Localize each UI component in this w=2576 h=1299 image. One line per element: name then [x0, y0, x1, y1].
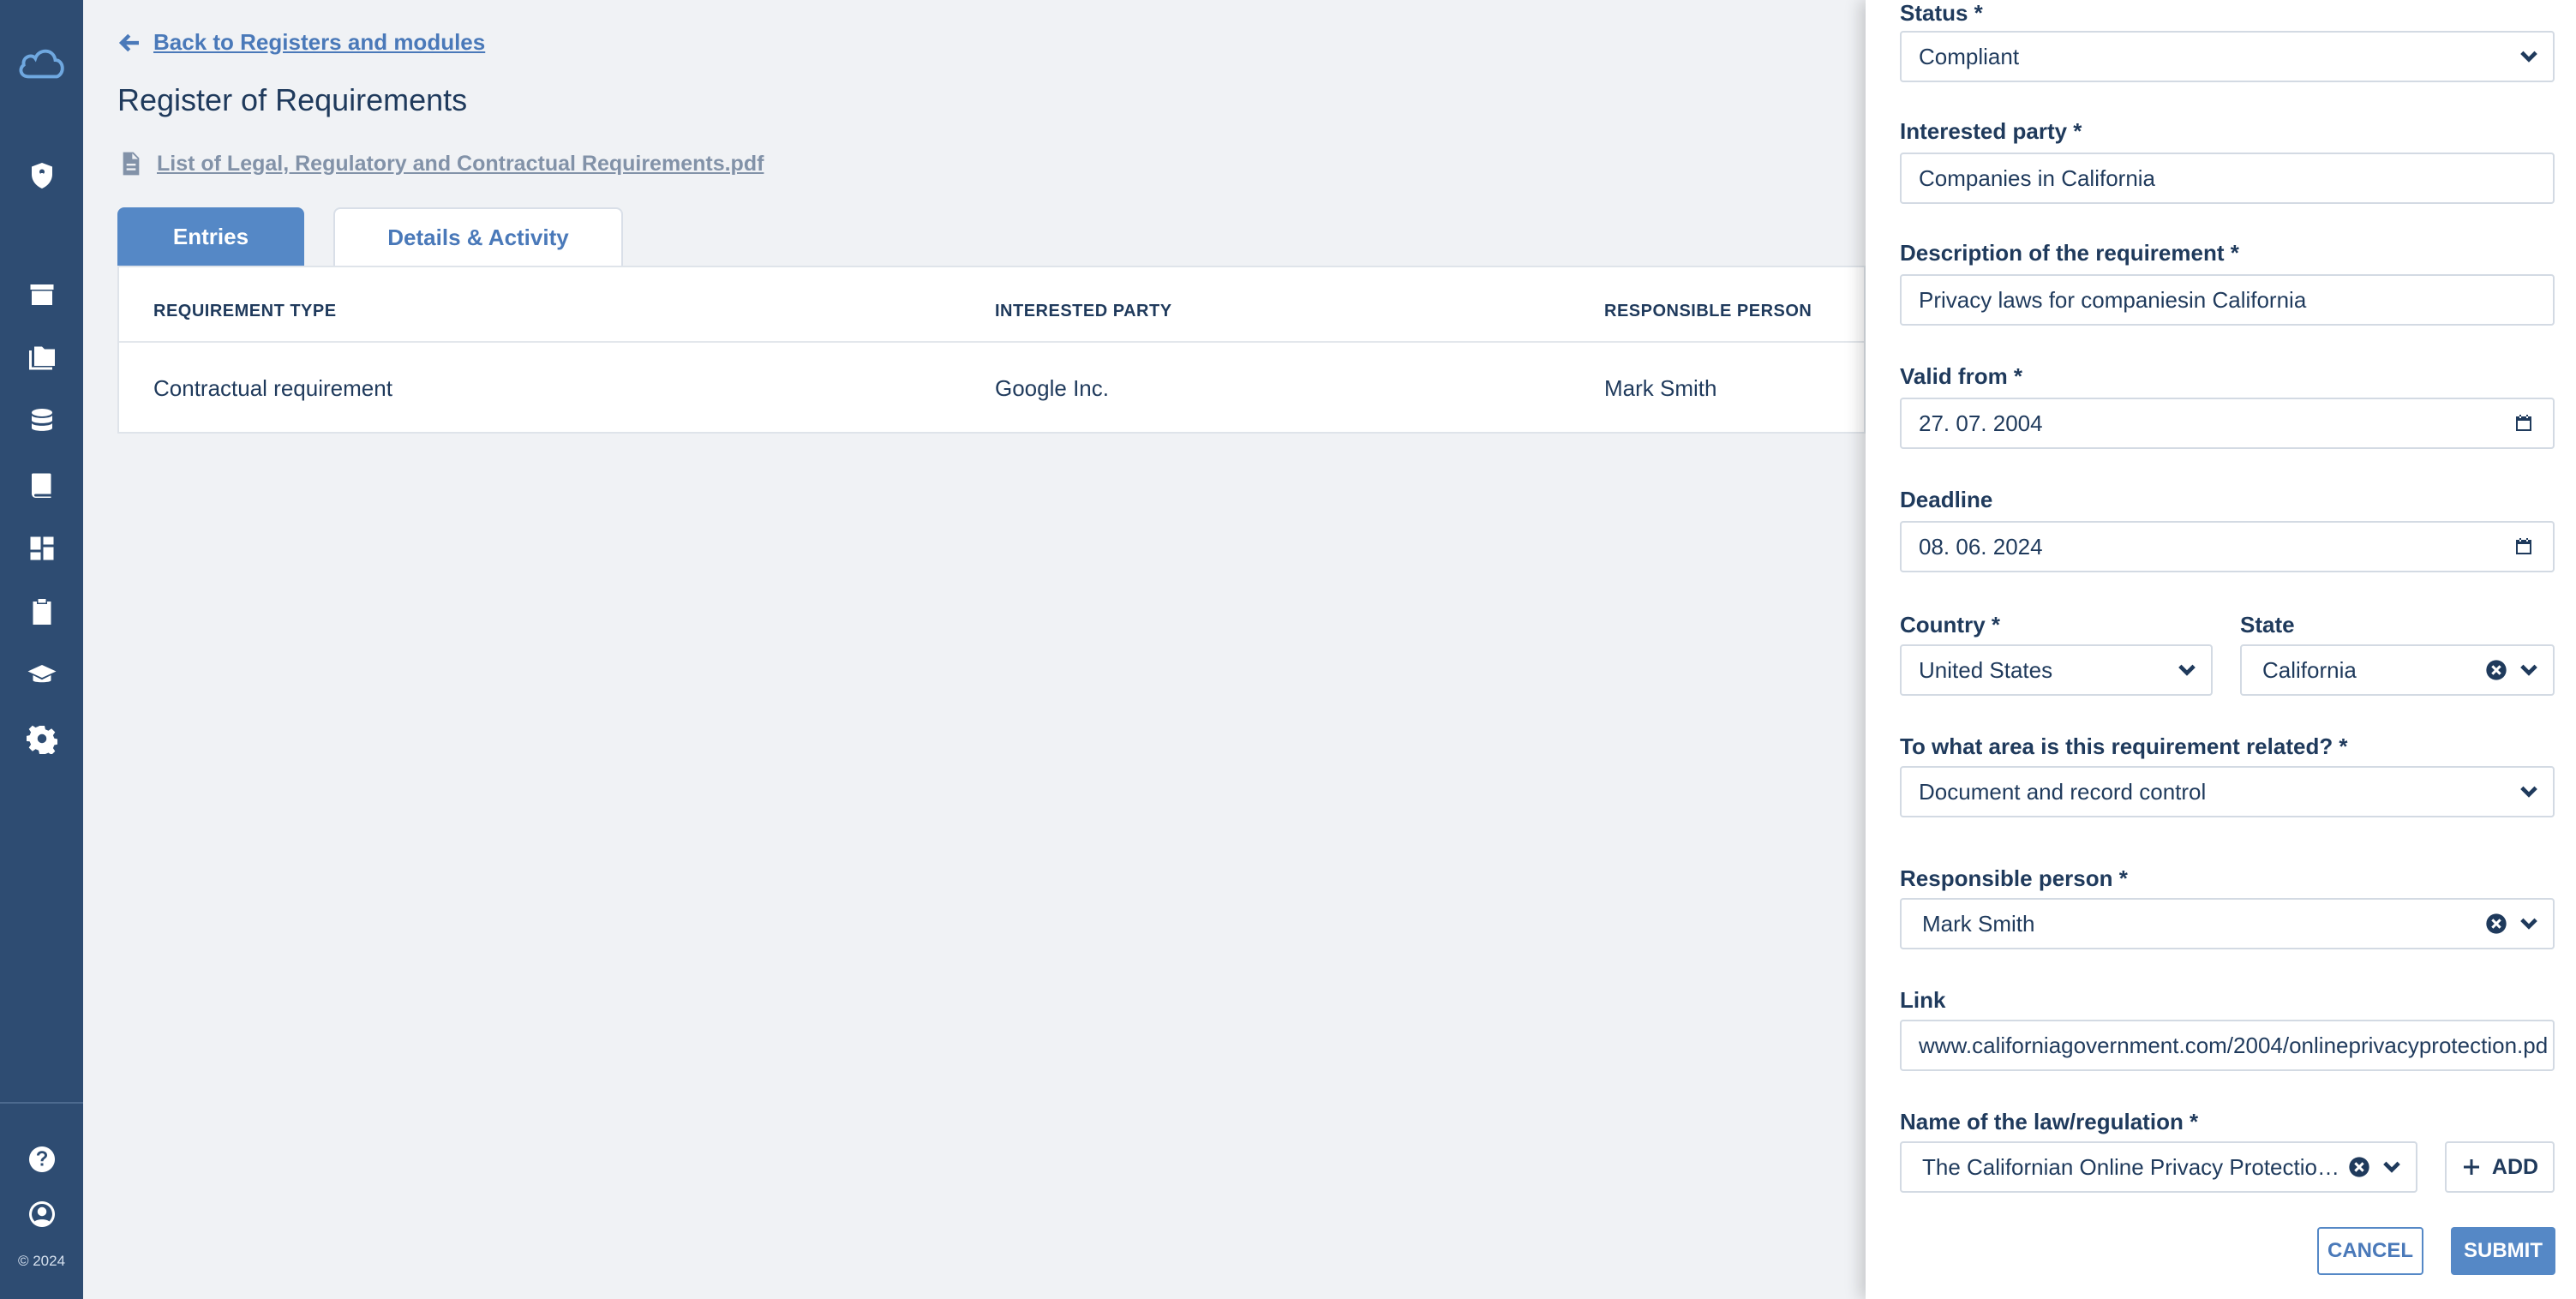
back-link-label[interactable]: Back to Registers and modules [153, 29, 485, 56]
dashboard-icon[interactable] [0, 525, 83, 572]
chevron-down-icon[interactable] [2517, 912, 2541, 936]
country-value: United States [1919, 656, 2053, 683]
country-select[interactable]: United States [1900, 644, 2213, 696]
tab-details-activity[interactable]: Details & Activity [333, 207, 623, 266]
sidebar-divider [0, 1102, 83, 1104]
document-link[interactable]: List of Legal, Regulatory and Contractua… [117, 149, 764, 178]
document-link-label[interactable]: List of Legal, Regulatory and Contractua… [157, 152, 764, 177]
clear-icon[interactable] [2347, 1155, 2371, 1179]
law-name-select[interactable]: The Californian Online Privacy Protectio… [1900, 1141, 2417, 1193]
chevron-down-icon[interactable] [2175, 658, 2199, 682]
cancel-button[interactable]: CANCEL [2317, 1227, 2423, 1275]
shield-icon[interactable] [0, 153, 83, 199]
status-label: Status * [1900, 0, 1983, 26]
deadline-date-input[interactable]: 08. 06. 2024 [1900, 521, 2555, 572]
deadline-label: Deadline [1900, 487, 1993, 512]
state-label: State [2240, 612, 2295, 638]
book-icon[interactable] [0, 462, 83, 508]
cell-interested-party: Google Inc. [995, 375, 1109, 401]
country-label: Country * [1900, 612, 2000, 638]
clear-icon[interactable] [2484, 658, 2508, 682]
clear-icon[interactable] [2484, 912, 2508, 936]
cloud-logo-icon[interactable] [0, 39, 83, 86]
column-header-requirement-type[interactable]: REQUIREMENT TYPE [153, 302, 337, 321]
arrow-left-icon [118, 33, 139, 51]
area-label: To what area is this requirement related… [1900, 733, 2348, 759]
help-icon[interactable] [0, 1136, 83, 1182]
calendar-icon[interactable] [2513, 536, 2534, 557]
archive-icon[interactable] [0, 272, 83, 318]
folders-icon[interactable] [0, 335, 83, 381]
back-link[interactable]: Back to Registers and modules [117, 29, 485, 56]
state-value: California [2262, 656, 2357, 683]
cell-responsible-person: Mark Smith [1604, 375, 1717, 401]
database-icon[interactable] [0, 398, 83, 445]
chevron-down-icon[interactable] [2517, 780, 2541, 804]
state-select[interactable]: California [2240, 644, 2555, 696]
add-law-button[interactable]: ADD [2445, 1141, 2555, 1193]
edit-entry-panel: Status * Compliant Interested party * Co… [1866, 0, 2576, 1299]
valid-from-date-input[interactable]: 27. 07. 2004 [1900, 398, 2555, 449]
valid-from-label: Valid from * [1900, 363, 2023, 389]
submit-button[interactable]: SUBMIT [2451, 1227, 2555, 1275]
calendar-icon[interactable] [2513, 413, 2534, 434]
deadline-value: 08. 06. 2024 [1919, 533, 2043, 560]
law-name-value: The Californian Online Privacy Protectio… [1922, 1153, 2347, 1180]
column-header-responsible-person[interactable]: RESPONSIBLE PERSON [1604, 302, 1812, 321]
area-value: Document and record control [1919, 778, 2207, 805]
add-button-label: ADD [2491, 1154, 2539, 1179]
description-label: Description of the requirement * [1900, 240, 2239, 266]
link-label: Link [1900, 987, 1946, 1013]
tab-entries[interactable]: Entries [117, 207, 304, 266]
graduation-cap-icon[interactable] [0, 652, 83, 698]
chevron-down-icon[interactable] [2380, 1155, 2404, 1179]
status-value: Compliant [1919, 43, 2020, 69]
responsible-person-label: Responsible person * [1900, 865, 2128, 891]
description-input[interactable]: Privacy laws for companiesin California [1900, 274, 2555, 326]
sidebar: © 2024 [0, 0, 83, 1299]
clipboard-icon[interactable] [0, 589, 83, 635]
law-name-label: Name of the law/regulation * [1900, 1109, 2199, 1134]
header-divider [119, 341, 1864, 343]
account-icon[interactable] [0, 1191, 83, 1237]
plus-icon [2463, 1159, 2479, 1175]
entries-table: REQUIREMENT TYPE INTERESTED PARTY RESPON… [117, 266, 1866, 434]
document-icon [123, 152, 140, 176]
cell-requirement-type: Contractual requirement [153, 375, 392, 401]
status-select[interactable]: Compliant [1900, 31, 2555, 82]
responsible-person-value: Mark Smith [1922, 910, 2035, 937]
copyright-text: © 2024 [17, 1253, 66, 1269]
chevron-down-icon[interactable] [2517, 658, 2541, 682]
link-input[interactable]: www.californiagovernment.com/2004/online… [1900, 1020, 2555, 1071]
interested-party-input[interactable]: Companies in California [1900, 153, 2555, 204]
valid-from-value: 27. 07. 2004 [1919, 410, 2043, 436]
responsible-person-select[interactable]: Mark Smith [1900, 898, 2555, 949]
tab-bar: Entries Details & Activity [117, 207, 623, 266]
interested-party-value: Companies in California [1919, 165, 2156, 191]
column-header-interested-party[interactable]: INTERESTED PARTY [995, 302, 1172, 321]
main-content: Back to Registers and modules Register o… [83, 0, 1866, 1299]
gear-icon[interactable] [0, 715, 83, 762]
description-value: Privacy laws for companiesin California [1919, 286, 2307, 313]
page-title: Register of Requirements [117, 82, 468, 117]
chevron-down-icon[interactable] [2517, 45, 2541, 69]
area-select[interactable]: Document and record control [1900, 766, 2555, 817]
interested-party-label: Interested party * [1900, 118, 2082, 144]
link-value: www.californiagovernment.com/2004/online… [1919, 1032, 2549, 1058]
